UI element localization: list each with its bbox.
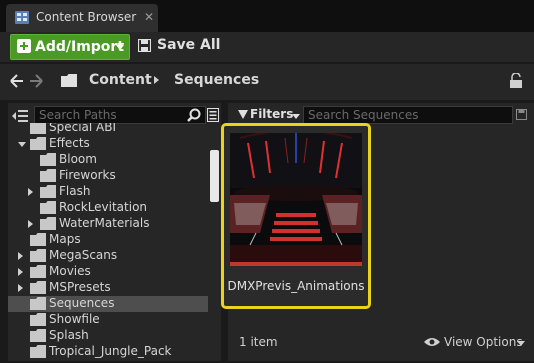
folder-tree: Special ABI Effects Bloom Fireworks Flash Roc… [8, 123, 208, 361]
asset-thumbnail [230, 133, 362, 262]
list-view-icon[interactable] [207, 108, 219, 122]
save-search-icon[interactable] [516, 109, 527, 120]
sidebar-item-label: Special ABI [49, 123, 117, 134]
sidebar-item-label: Bloom [59, 152, 97, 166]
sidebar-item-label: WaterMaterials [59, 216, 150, 230]
plus-icon [17, 39, 31, 53]
sidebar-item-fireworks[interactable]: Fireworks [8, 168, 208, 184]
asset-view-panel: Filters Search Sequences DMXPrevis_Anima… [221, 103, 534, 361]
folder-icon [30, 329, 46, 342]
search-sequences-field[interactable] [303, 106, 513, 124]
search-icon[interactable] [187, 108, 201, 122]
close-icon[interactable]: ✕ [144, 10, 154, 24]
sidebar-item-megascans[interactable]: MegaScans [8, 248, 208, 264]
folder-icon [40, 169, 56, 182]
folder-icon [30, 313, 46, 326]
sidebar-item-sequences[interactable]: Sequences [8, 296, 208, 312]
sidebar-item-special-abi[interactable]: Special ABI [8, 123, 208, 136]
sources-toggle-icon[interactable] [12, 109, 28, 123]
sidebar-item-label: Sequences [49, 296, 115, 310]
sidebar-item-label: Flash [59, 184, 91, 198]
back-arrow-icon[interactable] [10, 73, 24, 89]
sidebar-item-label: Maps [49, 232, 81, 246]
sidebar-item-label: Splash [49, 328, 89, 342]
folder-icon [30, 249, 46, 262]
sidebar-item-label: Movies [49, 264, 91, 278]
breadcrumb-separator-icon[interactable] [154, 76, 159, 84]
breadcrumb-bar: Content Sequences [0, 64, 534, 100]
folder-icon [30, 281, 46, 294]
eye-icon [424, 338, 440, 346]
search-sequences-input[interactable] [304, 107, 484, 123]
breadcrumb-content[interactable]: Content [89, 72, 152, 88]
chevron-down-icon[interactable] [18, 142, 26, 147]
sources-panel: Special ABI Effects Bloom Fireworks Flash Roc… [8, 103, 221, 361]
item-count: 1 item [239, 335, 278, 349]
chevron-right-icon[interactable] [18, 252, 23, 260]
tab-title: Content Browser [36, 10, 137, 24]
folder-icon [30, 233, 46, 246]
filters-button[interactable]: Filters [234, 106, 304, 124]
sidebar-item-effects[interactable]: Effects [8, 136, 208, 152]
toolbar: Add/Import Save All [0, 32, 534, 62]
stage-render-image [230, 133, 362, 262]
add-import-label: Add/Import [35, 39, 125, 55]
sidebar-item-label: Tropical_Jungle_Pack [49, 344, 172, 358]
sidebar-item-mspresets[interactable]: MSPresets [8, 280, 208, 296]
folder-icon [30, 265, 46, 278]
save-all-button[interactable]: Save All [138, 35, 228, 59]
sidebar-item-watermaterials[interactable]: WaterMaterials [8, 216, 208, 232]
sidebar-item-showfile[interactable]: Showfile [8, 312, 208, 328]
breadcrumb-sequences[interactable]: Sequences [174, 72, 259, 88]
search-paths-input[interactable] [35, 107, 185, 123]
lock-icon[interactable] [509, 73, 523, 89]
search-paths-field[interactable] [34, 106, 206, 124]
sidebar-item-rocklevitation[interactable]: RockLevitation [8, 200, 208, 216]
sidebar-item-label: RockLevitation [59, 200, 148, 214]
chevron-right-icon[interactable] [28, 220, 33, 228]
filter-icon [238, 110, 248, 119]
asset-type-color-bar [230, 262, 362, 266]
tab-content-browser[interactable]: Content Browser ✕ [6, 4, 158, 32]
folder-icon [40, 185, 56, 198]
chevron-down-icon [292, 114, 300, 119]
add-import-button[interactable]: Add/Import [10, 34, 130, 60]
folder-icon [30, 345, 46, 358]
sidebar-item-tropical-jungle-pack[interactable]: Tropical_Jungle_Pack [8, 344, 208, 360]
folder-icon [40, 201, 56, 214]
sidebar-item-maps[interactable]: Maps [8, 232, 208, 248]
folder-icon [30, 123, 46, 134]
folder-icon [40, 217, 56, 230]
asset-name: DMXPrevis_Animations [227, 279, 365, 293]
sidebar-item-movies[interactable]: Movies [8, 264, 208, 280]
sidebar-item-label: MegaScans [49, 248, 118, 262]
chevron-down-icon [517, 341, 525, 346]
sidebar-item-label: Effects [49, 136, 90, 150]
save-icon [138, 39, 151, 52]
chevron-down-icon [116, 45, 124, 50]
folder-icon [40, 153, 56, 166]
sidebar-item-flash[interactable]: Flash [8, 184, 208, 200]
sidebar-item-label: Fireworks [59, 168, 116, 182]
sidebar-item-bloom[interactable]: Bloom [8, 152, 208, 168]
sidebar-item-label: MSPresets [49, 280, 111, 294]
chevron-right-icon[interactable] [18, 284, 23, 292]
chevron-right-icon[interactable] [28, 188, 33, 196]
sidebar-item-label: Showfile [49, 312, 100, 326]
folder-icon [30, 297, 46, 310]
folder-icon [61, 74, 77, 87]
view-options-button[interactable]: View Options [424, 335, 528, 351]
forward-arrow-icon[interactable] [29, 73, 43, 89]
tree-scrollbar[interactable] [210, 150, 219, 202]
folder-icon [30, 137, 46, 150]
tab-bar: Content Browser ✕ [0, 0, 534, 32]
view-options-label: View Options [444, 335, 523, 349]
content-browser-icon [15, 11, 29, 24]
asset-tile[interactable]: DMXPrevis_Animations [221, 123, 371, 309]
filters-label: Filters [250, 107, 294, 121]
chevron-right-icon[interactable] [18, 268, 23, 276]
save-all-label: Save All [157, 37, 221, 53]
sidebar-item-splash[interactable]: Splash [8, 328, 208, 344]
